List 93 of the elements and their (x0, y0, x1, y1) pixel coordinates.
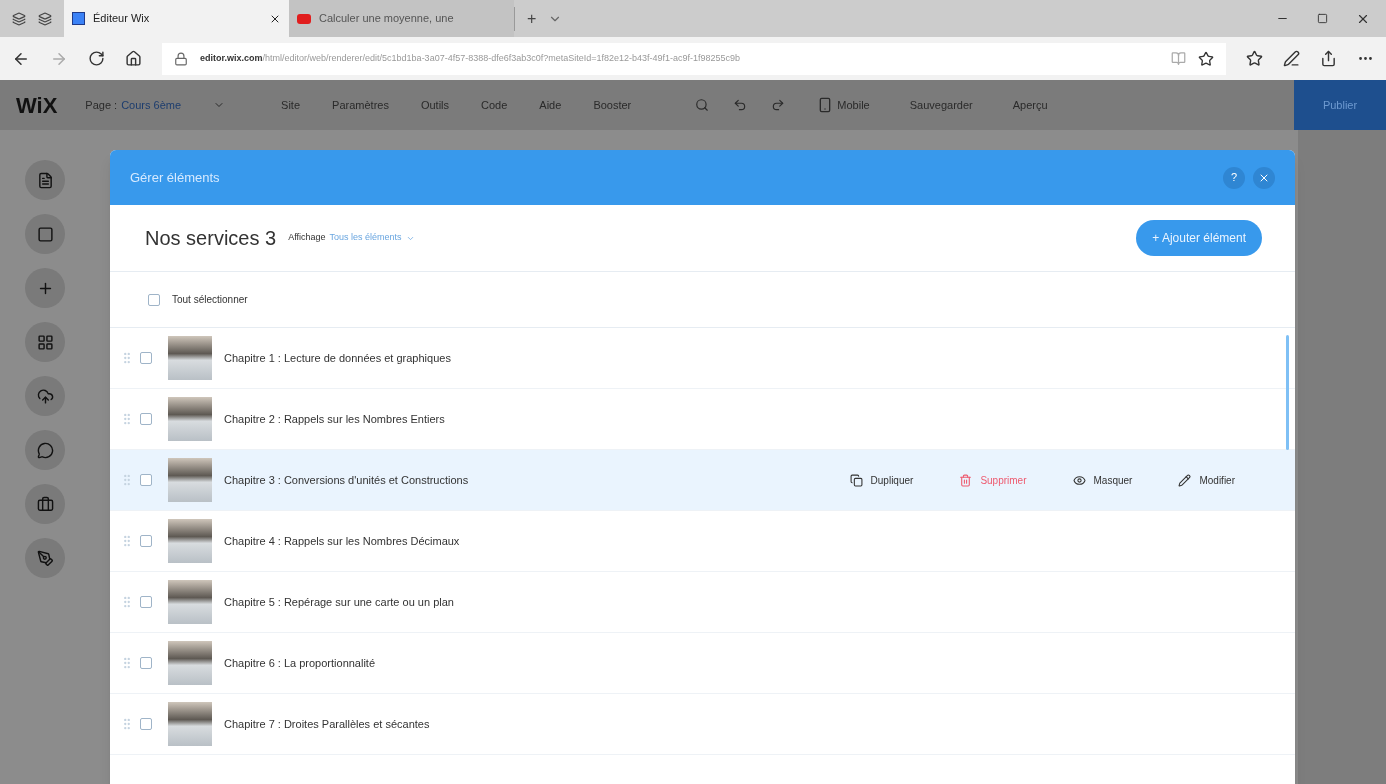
publish-button[interactable]: Publier (1294, 80, 1386, 130)
favorites-icon[interactable] (1246, 50, 1263, 67)
item-title: Chapitre 2 : Rappels sur les Nombres Entiers (224, 411, 445, 427)
checkbox[interactable] (140, 718, 152, 730)
menu-item[interactable]: Paramètres (332, 96, 389, 114)
trash-icon (959, 473, 973, 487)
item-title: Chapitre 5 : Repérage sur une carte ou un plan (224, 594, 454, 610)
view-label: Affichage (288, 231, 326, 245)
item-title: Chapitre 1 : Lecture de données et graphiques (224, 350, 451, 366)
photo-placeholder (168, 580, 212, 624)
address-bar[interactable]: editor.wix.com/html/editor/web/renderer/edit/5c1bd1ba-3a07-4f57-8388-dfe6f3ab3c0f?metaSiteId=1f82e12-b43f-49f1-ac9f-1f98255c9b (162, 42, 1226, 75)
item-row[interactable]: Chapitre 4 : Rappels sur les Nombres Décimaux (110, 511, 1295, 572)
maximize-icon[interactable] (1317, 13, 1328, 24)
page-label: Page : (85, 97, 118, 113)
tool-button[interactable] (25, 376, 65, 416)
menu-item[interactable]: Site (281, 96, 301, 114)
item-row[interactable]: Chapitre 3 : Conversions d'unités et Constructions Dupliquer Supprimer Masquer Modifier (110, 450, 1295, 511)
checkbox[interactable] (140, 657, 152, 669)
refresh-icon[interactable] (88, 50, 105, 67)
tab-title: Calculer une moyenne, une (319, 11, 455, 27)
photo-placeholder (168, 702, 212, 746)
help-button[interactable]: ? (1223, 166, 1245, 189)
row-action[interactable]: Masquer (1072, 472, 1133, 488)
url-text: editor.wix.com/html/editor/web/renderer/edit/5c1bd1ba-3a07-4f57-8388-dfe6f3ab3c0f?metaSiteId=1f82e12-b43f-49f1-ac9f-1f98255c9b (200, 51, 741, 65)
undo-icon[interactable] (733, 98, 748, 112)
wix-logo: WiX (15, 91, 59, 120)
photo-placeholder (168, 458, 212, 502)
row-action[interactable]: Dupliquer (849, 472, 914, 488)
checkbox[interactable] (140, 352, 152, 364)
photo-placeholder (168, 397, 212, 441)
reading-view-icon[interactable] (1171, 51, 1186, 66)
menu-item[interactable]: Outils (420, 96, 450, 114)
menu-item[interactable]: Aide (539, 96, 562, 114)
square-icon (36, 225, 54, 243)
checkbox[interactable] (140, 413, 152, 425)
tool-button[interactable] (25, 484, 65, 524)
item-title: Chapitre 3 : Conversions d'unités et Constructions (224, 472, 469, 488)
item-row[interactable]: Chapitre 7 : Droites Parallèles et sécantes (110, 694, 1295, 755)
checkbox[interactable] (140, 474, 152, 486)
menu-item[interactable]: Code (481, 96, 508, 114)
photo-placeholder (168, 336, 212, 380)
save-button[interactable]: Sauvegarder (909, 96, 973, 114)
eye-icon (1072, 473, 1086, 487)
photo-placeholder (168, 641, 212, 685)
page-icon (36, 171, 54, 189)
add-item-button[interactable]: + Ajouter élément (1136, 220, 1262, 256)
close-button[interactable] (1253, 166, 1275, 189)
grid-icon (36, 333, 54, 351)
redo-icon[interactable] (771, 98, 786, 112)
dialog-title: Gérer éléments (130, 168, 220, 187)
preview-button[interactable]: Aperçu (1012, 96, 1048, 114)
star-icon[interactable] (1198, 50, 1214, 67)
briefcase-icon (36, 495, 54, 513)
cloud-upload-icon (36, 387, 54, 405)
item-row[interactable]: Chapitre 1 : Lecture de données et graphiques (110, 328, 1295, 389)
tool-button[interactable] (25, 430, 65, 470)
mobile-button[interactable]: Mobile (817, 96, 870, 114)
menu-item[interactable]: Booster (593, 96, 632, 114)
row-action[interactable]: Supprimer (959, 472, 1027, 488)
tool-button[interactable] (25, 322, 65, 362)
tool-button[interactable] (25, 160, 65, 200)
pen-nib-icon (36, 549, 54, 567)
pencil-icon (1178, 473, 1192, 487)
item-title: Chapitre 6 : La proportionnalité (224, 655, 376, 671)
item-row[interactable]: Chapitre 6 : La proportionnalité (110, 633, 1295, 694)
checkbox[interactable] (140, 535, 152, 547)
collection-title: Nos services 3 (145, 226, 277, 251)
zoom-icon[interactable] (695, 98, 710, 112)
share-icon[interactable] (1320, 50, 1337, 67)
item-row[interactable]: Chapitre 5 : Repérage sur une carte ou un plan (110, 572, 1295, 633)
browser-tab[interactable]: Calculer une moyenne, une (289, 0, 514, 37)
site-favicon (72, 12, 85, 25)
pen-icon[interactable] (1283, 50, 1300, 67)
tab-title: Éditeur Wix (93, 11, 151, 27)
item-row[interactable]: Chapitre 2 : Rappels sur les Nombres Entiers (110, 389, 1295, 450)
video-favicon (297, 13, 311, 24)
browser-tab[interactable]: Éditeur Wix (64, 0, 289, 37)
photo-placeholder (168, 519, 212, 563)
select-all-label: Tout sélectionner (172, 293, 248, 307)
copy-icon (849, 473, 863, 487)
home-icon[interactable] (125, 50, 142, 67)
item-title: Chapitre 4 : Rappels sur les Nombres Décimaux (224, 533, 460, 549)
tool-button[interactable] (25, 214, 65, 254)
view-dropdown[interactable]: Tous les éléments (329, 231, 415, 245)
page-selector[interactable]: Cours 6ème (121, 96, 182, 114)
item-title: Chapitre 7 : Droites Parallèles et sécantes (224, 716, 430, 732)
lock-icon (174, 51, 188, 66)
new-tab-button[interactable]: + (514, 6, 549, 31)
row-action[interactable]: Modifier (1178, 472, 1235, 488)
checkbox[interactable] (148, 293, 160, 306)
checkbox[interactable] (140, 596, 152, 608)
tool-button[interactable] (25, 538, 65, 578)
chat-bubble-icon (36, 441, 54, 459)
